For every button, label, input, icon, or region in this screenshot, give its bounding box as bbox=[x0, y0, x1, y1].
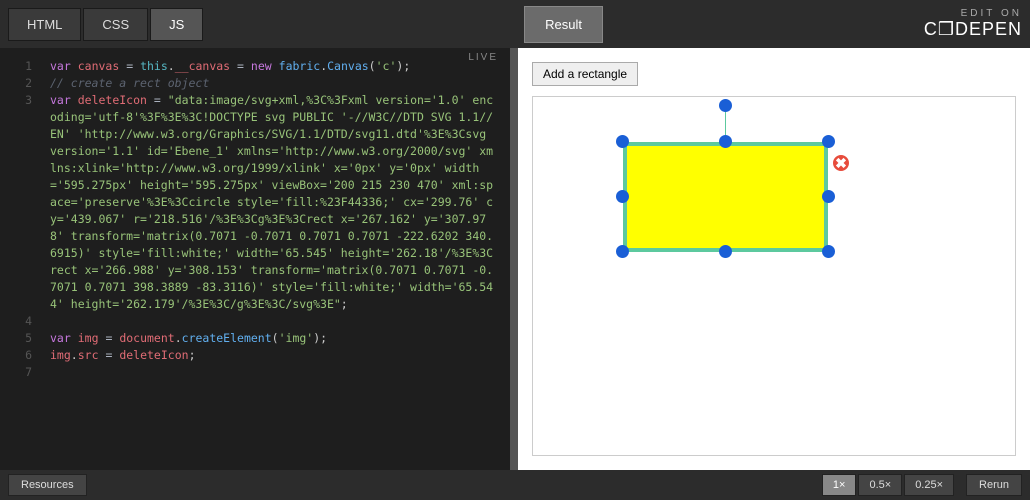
code-line[interactable]: 1var canvas = this.__canvas = new fabric… bbox=[0, 58, 510, 75]
tab-css[interactable]: CSS bbox=[83, 8, 148, 41]
edit-on-label: EDIT ON bbox=[924, 8, 1022, 19]
line-number: 5 bbox=[0, 330, 50, 347]
codepen-logo[interactable]: C❒DEPEN bbox=[924, 19, 1022, 40]
main-area: LIVE 1var canvas = this.__canvas = new f… bbox=[0, 48, 1030, 470]
logo-area: EDIT ON C❒DEPEN bbox=[924, 8, 1022, 40]
code-line[interactable]: 3var deleteIcon = "data:image/svg+xml,%3… bbox=[0, 92, 510, 313]
bottom-bar: Resources 1× 0.5× 0.25× Rerun bbox=[0, 470, 1030, 500]
handle-middle-right[interactable] bbox=[822, 190, 835, 203]
line-number: 4 bbox=[0, 313, 50, 330]
handle-top-right[interactable] bbox=[822, 135, 835, 148]
code-text[interactable] bbox=[50, 364, 510, 381]
line-number: 2 bbox=[0, 75, 50, 92]
code-text[interactable]: var img = document.createElement('img'); bbox=[50, 330, 510, 347]
live-badge: LIVE bbox=[468, 52, 498, 63]
zoom-controls: 1× 0.5× 0.25× bbox=[822, 474, 954, 496]
pane-divider[interactable] bbox=[510, 48, 518, 470]
resources-button[interactable]: Resources bbox=[8, 474, 87, 496]
top-bar: HTML CSS JS Result EDIT ON C❒DEPEN bbox=[0, 0, 1030, 48]
zoom-05x[interactable]: 0.5× bbox=[858, 474, 902, 496]
delete-icon[interactable]: ✖ bbox=[831, 153, 851, 173]
code-line[interactable]: 2// create a rect object bbox=[0, 75, 510, 92]
code-line[interactable]: 7 bbox=[0, 364, 510, 381]
line-number: 6 bbox=[0, 347, 50, 364]
line-number: 3 bbox=[0, 92, 50, 313]
handle-bottom-middle[interactable] bbox=[719, 245, 732, 258]
code-text[interactable]: // create a rect object bbox=[50, 75, 510, 92]
code-text[interactable]: img.src = deleteIcon; bbox=[50, 347, 510, 364]
editor-pane: LIVE 1var canvas = this.__canvas = new f… bbox=[0, 48, 510, 470]
code-line[interactable]: 5var img = document.createElement('img')… bbox=[0, 330, 510, 347]
rectangle-shape[interactable] bbox=[623, 142, 828, 252]
bottom-right-controls: 1× 0.5× 0.25× Rerun bbox=[822, 474, 1022, 496]
tab-html[interactable]: HTML bbox=[8, 8, 81, 41]
line-number: 1 bbox=[0, 58, 50, 75]
handle-top-left[interactable] bbox=[616, 135, 629, 148]
add-rectangle-button[interactable]: Add a rectangle bbox=[532, 62, 638, 86]
handle-bottom-right[interactable] bbox=[822, 245, 835, 258]
code-line[interactable]: 6img.src = deleteIcon; bbox=[0, 347, 510, 364]
result-pane: Add a rectangle ✖ bbox=[518, 48, 1030, 470]
code-text[interactable]: var canvas = this.__canvas = new fabric.… bbox=[50, 58, 510, 75]
code-text[interactable]: var deleteIcon = "data:image/svg+xml,%3C… bbox=[50, 92, 510, 313]
code-text[interactable] bbox=[50, 313, 510, 330]
zoom-1x[interactable]: 1× bbox=[822, 474, 857, 496]
handle-rotation[interactable] bbox=[719, 99, 732, 112]
handle-middle-left[interactable] bbox=[616, 190, 629, 203]
rerun-button[interactable]: Rerun bbox=[966, 474, 1022, 496]
tab-result[interactable]: Result bbox=[524, 6, 603, 43]
handle-top-middle[interactable] bbox=[719, 135, 732, 148]
tab-js[interactable]: JS bbox=[150, 8, 203, 41]
fabric-canvas[interactable]: ✖ bbox=[532, 96, 1016, 456]
zoom-025x[interactable]: 0.25× bbox=[904, 474, 954, 496]
editor-tabs: HTML CSS JS bbox=[8, 8, 203, 41]
handle-bottom-left[interactable] bbox=[616, 245, 629, 258]
code-line[interactable]: 4 bbox=[0, 313, 510, 330]
line-number: 7 bbox=[0, 364, 50, 381]
code-editor[interactable]: 1var canvas = this.__canvas = new fabric… bbox=[0, 48, 510, 470]
